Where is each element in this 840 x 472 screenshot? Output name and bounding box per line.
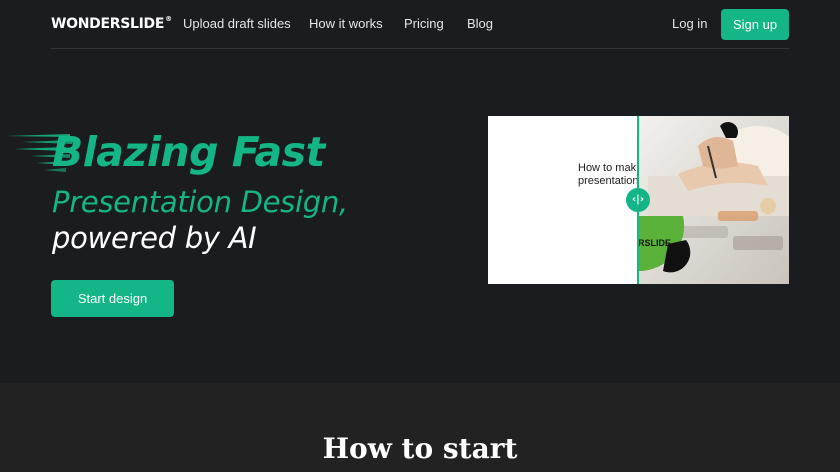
hero-title: Blazing Fast [52,128,325,176]
nav-link-pricing[interactable]: Pricing [404,16,444,31]
slide-before-title-line2: presentation [578,175,638,187]
hero-tagline: powered by AI [52,221,257,255]
signup-button[interactable]: Sign up [721,9,789,40]
how-to-start-heading: How to start [322,432,518,465]
start-design-button[interactable]: Start design [51,280,174,317]
slide-after: RSLIDE [638,116,789,284]
nav-divider [51,48,789,49]
slide-after-photo [638,116,789,284]
slide-after-brand: RSLIDE [638,238,672,248]
hero-subtitle: Presentation Design, [52,185,348,219]
brand-logo[interactable]: WONDERSLIDE® [51,15,172,32]
nav-link-how-it-works[interactable]: How it works [309,16,383,31]
slide-before: How to mak presentation [488,116,638,284]
top-navigation: WONDERSLIDE® Upload draft slides How it … [0,0,840,48]
logo-mark: ® [165,15,172,23]
slide-before-title-line1: How to mak [578,162,637,174]
slide-before-title: How to mak presentation [578,162,638,188]
nav-link-upload-draft-slides[interactable]: Upload draft slides [183,16,291,31]
login-link[interactable]: Log in [672,16,707,31]
logo-text: WONDERSLIDE [51,16,165,32]
nav-link-blog[interactable]: Blog [467,16,493,31]
before-after-slide-comparison[interactable]: How to mak presentation RSLIDE ‹|› [488,116,789,284]
compare-arrows-icon[interactable]: ‹|› [626,188,650,212]
